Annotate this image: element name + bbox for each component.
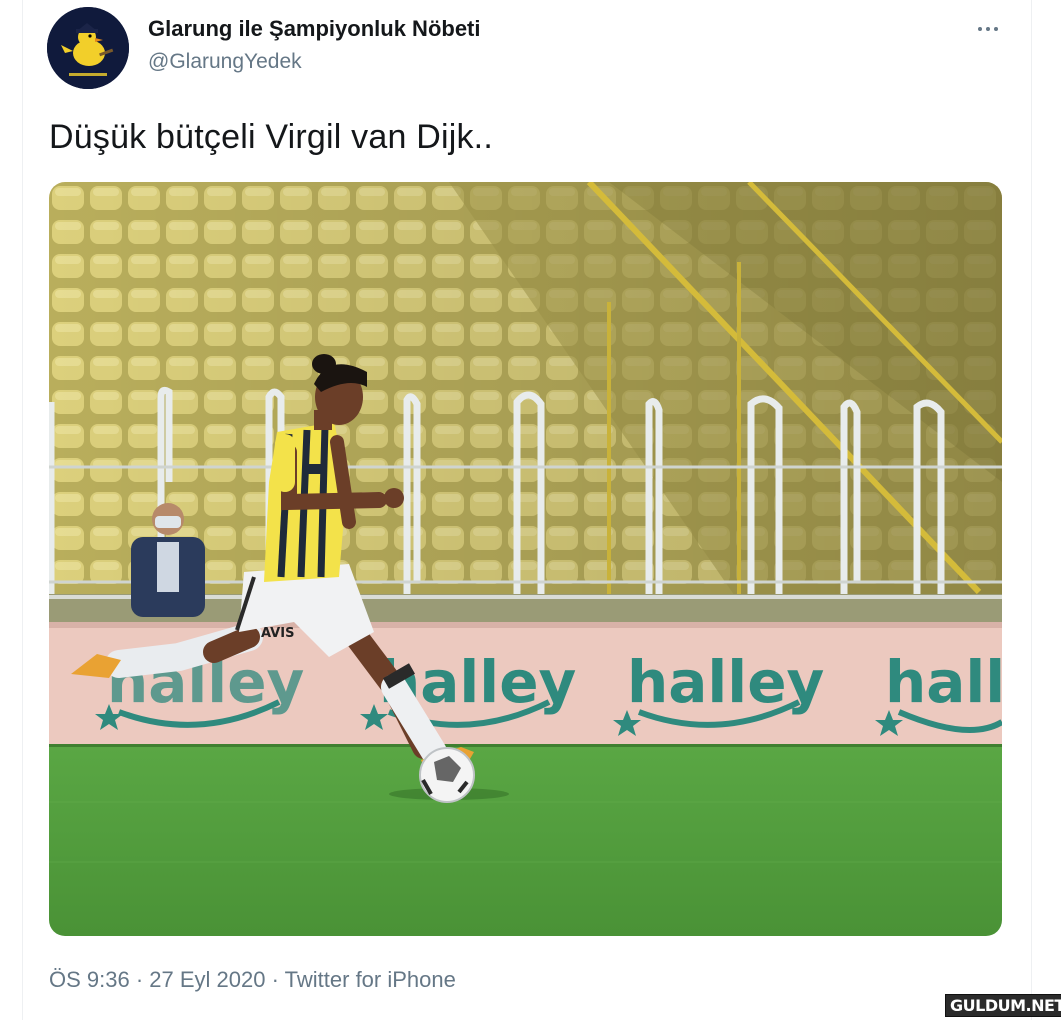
banner-text: halley xyxy=(885,648,1002,716)
display-name[interactable]: Glarung ile Şampiyonluk Nöbeti xyxy=(148,16,481,42)
site-watermark: GULDUM.NET xyxy=(945,994,1061,1017)
more-dots-icon xyxy=(986,27,990,31)
card-border-left xyxy=(22,0,23,1020)
shirt-text: AVIS xyxy=(261,626,294,641)
tweet-source[interactable]: Twitter for iPhone xyxy=(285,967,456,992)
tweet-time[interactable]: ÖS 9:36 xyxy=(49,967,130,992)
yellow-bird-avatar-icon xyxy=(47,7,129,89)
tweet-media-photo[interactable]: halley halley halley halley xyxy=(49,182,1002,936)
more-dots-icon xyxy=(978,27,982,31)
more-dots-icon xyxy=(994,27,998,31)
tweet-text: Düşük bütçeli Virgil van Dijk.. xyxy=(49,118,493,156)
meta-separator: · xyxy=(135,967,144,992)
card-border-right xyxy=(1031,0,1032,1020)
meta-separator: · xyxy=(271,967,279,992)
user-handle[interactable]: @GlarungYedek xyxy=(148,50,302,74)
tweet-date[interactable]: 27 Eyl 2020 xyxy=(149,967,265,992)
tweet-meta: ÖS 9:36 · 27 Eyl 2020 · Twitter for iPho… xyxy=(49,967,456,993)
footballer-photo: halley halley halley halley xyxy=(49,182,1002,936)
more-options-button[interactable] xyxy=(970,14,1006,44)
tweet-screenshot: Glarung ile Şampiyonluk Nöbeti @GlarungY… xyxy=(0,0,1061,1020)
user-avatar[interactable] xyxy=(47,7,129,89)
